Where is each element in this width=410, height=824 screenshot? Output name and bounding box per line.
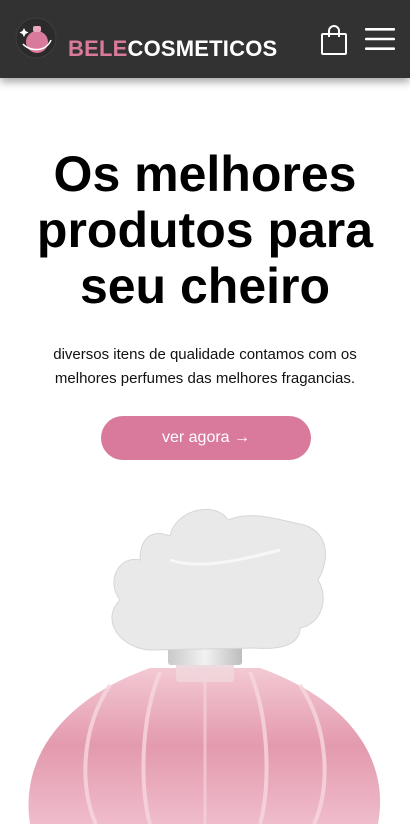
hero-subtitle-line-1: diversos itens de qualidade contamos com… [53, 346, 357, 363]
hero-title-line-1: Os melhores [53, 146, 357, 202]
hero-title-line-3: seu cheiro [79, 258, 331, 314]
shopping-bag-icon[interactable] [320, 24, 348, 56]
hamburger-menu-icon[interactable] [364, 26, 396, 52]
brand-accent: BELE [68, 36, 128, 61]
brand-rest: COSMETICOS [127, 36, 278, 61]
hero-title-line-2: produtos para [36, 202, 374, 258]
brand-name[interactable]: BELECOSMETICOS [68, 36, 277, 62]
site-header: BELECOSMETICOS [0, 0, 410, 78]
hero-title: Os melhores produtos para seu cheiro [0, 146, 410, 314]
hero-subtitle-line-2: melhores perfumes das melhores fragancia… [54, 370, 356, 387]
hero-subtitle: diversos itens de qualidade contamos com… [30, 343, 380, 391]
perfume-logo-icon[interactable] [14, 16, 58, 60]
perfume-bottle-image [28, 509, 381, 824]
shop-now-button[interactable]: ver agora → [101, 416, 311, 460]
